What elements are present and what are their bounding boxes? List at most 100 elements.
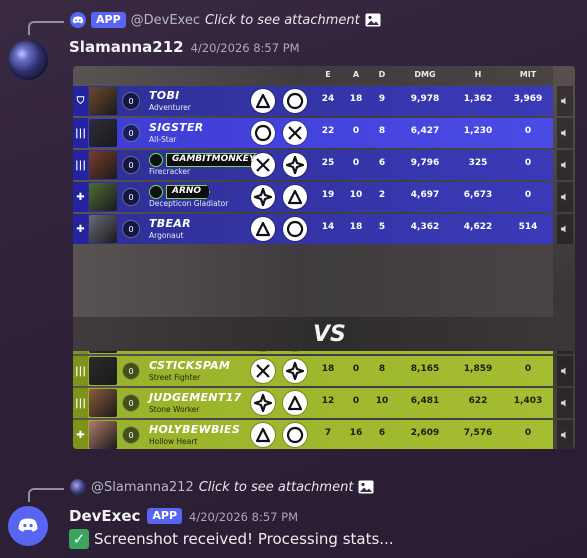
player-level: 0 <box>122 362 140 380</box>
player-level: 0 <box>122 156 140 174</box>
username[interactable]: DevExec <box>69 507 140 525</box>
stat-e: 24 <box>321 94 335 104</box>
ability-icon <box>283 217 307 241</box>
badge-icon <box>149 153 163 167</box>
player-row[interactable]: ✚ 0 TBEAR Argonaut 14 18 5 4,362 4,622 514 <box>73 214 553 244</box>
player-row[interactable]: ||| 0 GAMBITMONKEY Firecracker 25 0 6 9,796 325 0 <box>73 150 553 180</box>
player-title: Stone Worker <box>149 405 200 414</box>
ability-icon <box>283 391 307 415</box>
damage-icon: ||| <box>73 356 88 386</box>
speaker-icon <box>557 150 573 180</box>
stat-e: 25 <box>321 158 335 168</box>
reply-handle[interactable]: @Slamanna212 <box>91 480 194 495</box>
column-header: E <box>325 70 331 79</box>
stat-e: 22 <box>321 126 335 136</box>
player-row[interactable]: ⛉ 0 TOBI Adventurer 24 18 9 9,978 1,362 3,969 <box>73 86 553 116</box>
player-row[interactable]: ✚ 0 ARNO Decepticon Gladiator 19 10 2 4,697 6,67… <box>73 182 553 212</box>
stat-dmg: 4,362 <box>410 222 440 232</box>
damage-icon: ||| <box>73 388 88 418</box>
stat-d: 8 <box>378 126 386 136</box>
ability-icon <box>251 153 275 177</box>
speaker-icon <box>557 420 573 449</box>
hero-portrait <box>89 421 117 449</box>
stat-h: 622 <box>468 396 488 406</box>
player-row[interactable]: ✚ 0 HOLYBEWBIES Hollow Heart 7 16 6 2,609 7,576 0 <box>73 420 553 449</box>
stat-dmg: 4,697 <box>410 190 440 200</box>
bot-avatar-icon <box>70 12 86 28</box>
column-header: D <box>378 70 386 79</box>
user-avatar[interactable] <box>8 40 48 80</box>
player-title: Hollow Heart <box>149 437 198 446</box>
scoreboard-attachment[interactable]: E A D DMG H MIT ⛉ 0 TOBI Adventurer 24 18 9 9,9… <box>73 66 575 449</box>
stat-d: 8 <box>378 364 386 374</box>
stat-e: 14 <box>321 222 335 232</box>
player-name: CSTICKSPAM <box>149 359 231 372</box>
timestamp: 4/20/2026 8:57 PM <box>189 510 298 524</box>
hero-portrait <box>89 119 117 147</box>
stat-mit: 514 <box>518 222 538 232</box>
player-level: 0 <box>122 220 140 238</box>
ability-icon <box>283 359 307 383</box>
player-name: SIGSTER <box>149 121 204 134</box>
stat-e: 18 <box>321 364 335 374</box>
stat-a: 0 <box>352 126 360 136</box>
reply-attachment-text[interactable]: Click to see attachment <box>205 13 360 28</box>
player-level: 0 <box>122 92 140 110</box>
stat-d: 6 <box>378 428 386 438</box>
reply-spine <box>28 21 64 35</box>
ability-icon <box>283 121 307 145</box>
speaker-icon <box>557 86 573 116</box>
stat-e: 12 <box>321 396 335 406</box>
support-icon: ✚ <box>73 182 88 212</box>
player-row[interactable]: ||| 0 CSTICKSPAM Street Fighter 18 0 8 8,165 1,8… <box>73 356 553 386</box>
hero-portrait <box>89 389 117 417</box>
stat-a: 0 <box>352 396 360 406</box>
stat-h: 7,576 <box>463 428 493 438</box>
player-name: HOLYBEWBIES <box>149 423 241 436</box>
reply-attachment-text[interactable]: Click to see attachment <box>199 480 354 495</box>
player-title: Street Fighter <box>149 373 201 382</box>
reply-spine <box>28 488 64 502</box>
ability-icon <box>283 153 307 177</box>
hero-portrait <box>89 87 117 115</box>
player-name-badge: GAMBITMONKEY <box>149 153 265 167</box>
username[interactable]: Slamanna212 <box>69 38 184 56</box>
stat-mit: 0 <box>524 126 532 136</box>
player-level: 0 <box>122 124 140 142</box>
stat-a: 0 <box>352 158 360 168</box>
user-mini-avatar <box>70 479 86 495</box>
vs-label: VS <box>313 322 346 347</box>
speaker-icon <box>557 214 573 244</box>
app-tag: APP <box>91 12 126 28</box>
discord-logo-icon <box>18 518 38 532</box>
bot-avatar[interactable] <box>8 506 48 546</box>
stat-h: 1,859 <box>463 364 493 374</box>
stat-d: 2 <box>378 190 386 200</box>
speaker-icon <box>557 356 573 386</box>
reply-handle[interactable]: @DevExec <box>131 13 200 28</box>
player-name: GAMBITMONKEY <box>166 153 265 167</box>
player-title: Decepticon Gladiator <box>149 199 229 208</box>
ability-icon <box>283 185 307 209</box>
ability-icon <box>251 121 275 145</box>
stat-h: 6,673 <box>463 190 493 200</box>
player-title: Firecracker <box>149 167 191 176</box>
ability-icon <box>283 423 307 447</box>
stat-mit: 0 <box>524 190 532 200</box>
speaker-icon <box>557 388 573 418</box>
column-header: H <box>474 70 482 79</box>
stat-mit: 3,969 <box>513 94 543 104</box>
app-tag: APP <box>147 508 183 524</box>
stat-h: 1,362 <box>463 94 493 104</box>
player-row[interactable]: ||| 0 SIGSTER All-Star 22 0 8 6,427 1,230 0 <box>73 118 553 148</box>
stat-a: 18 <box>349 94 363 104</box>
speaker-icon <box>557 118 573 148</box>
player-row[interactable]: ||| 0 JUDGEMENT17 Stone Worker 12 0 10 6,481 622… <box>73 388 553 418</box>
ability-icon <box>251 423 275 447</box>
stat-mit: 0 <box>524 428 532 438</box>
player-name: TBEAR <box>149 217 191 230</box>
stat-dmg: 6,481 <box>410 396 440 406</box>
stat-h: 4,622 <box>463 222 493 232</box>
column-header: DMG <box>414 70 436 79</box>
ability-icon <box>251 359 275 383</box>
